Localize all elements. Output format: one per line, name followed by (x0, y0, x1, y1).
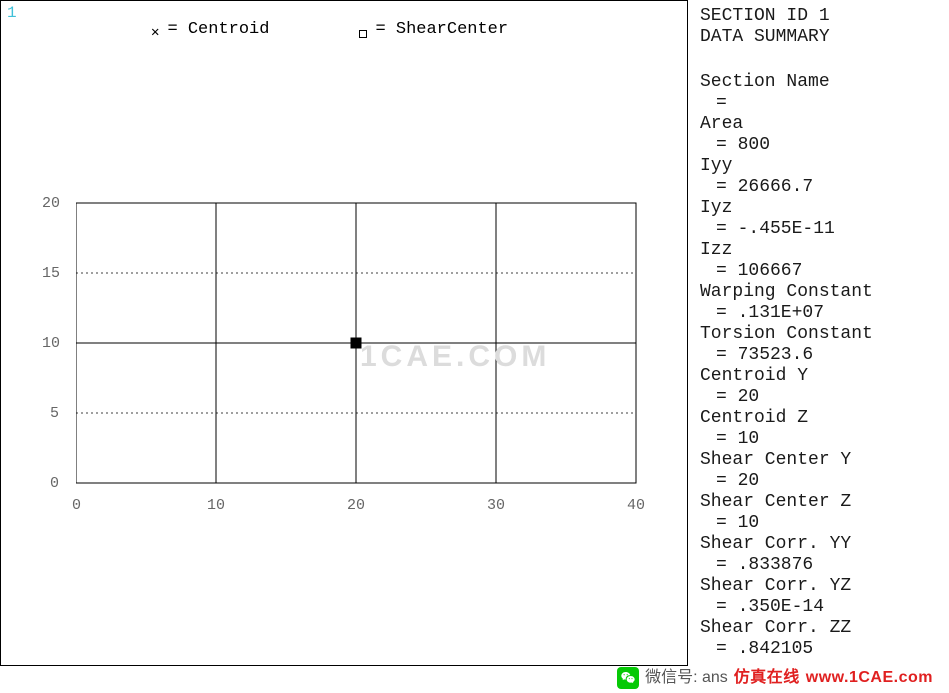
main-row: 1 ✕ = Centroid = ShearCenter 20 15 10 5 … (0, 0, 949, 693)
prop-value: = 106667 (700, 261, 945, 282)
brand-cn: 仿真在线 (734, 668, 800, 688)
prop-label: Torsion Constant (700, 324, 945, 345)
y-tick-0: 0 (50, 475, 59, 494)
prop-value: = .833876 (700, 555, 945, 576)
prop-label: Shear Center Y (700, 450, 945, 471)
prop-label: Centroid Y (700, 366, 945, 387)
graphics-frame: 1 ✕ = Centroid = ShearCenter 20 15 10 5 … (0, 0, 688, 666)
shearcenter-marker-icon (359, 30, 367, 38)
section-mesh-svg (76, 71, 656, 591)
section-title-line1: SECTION ID 1 (700, 6, 830, 26)
prop-label: Warping Constant (700, 282, 945, 303)
prop-value: = 10 (700, 513, 945, 534)
y-tick-15: 15 (42, 265, 60, 284)
prop-label: Shear Center Z (700, 492, 945, 513)
legend-shearcenter: = ShearCenter (359, 19, 508, 40)
legend-shearcenter-label: = ShearCenter (375, 19, 508, 40)
plot-area: 20 15 10 5 0 0 10 20 30 40 (76, 71, 656, 591)
viewport-number: 1 (7, 3, 17, 23)
y-tick-20: 20 (42, 195, 60, 214)
y-tick-5: 5 (50, 405, 59, 424)
centroid-marker-icon: ✕ (151, 25, 159, 43)
data-summary-panel: SECTION ID 1 DATA SUMMARY Section Name =… (688, 0, 949, 693)
wechat-label: 微信号: ans (645, 668, 728, 688)
page-footer: 微信号: ans 仿真在线 www.1CAE.com (617, 667, 933, 689)
prop-value: = -.455E-11 (700, 219, 945, 240)
section-heading: SECTION ID 1 DATA SUMMARY (700, 6, 945, 48)
section-name-label: Section Name (700, 72, 945, 93)
legend-centroid: ✕ = Centroid (151, 19, 269, 40)
prop-label: Area (700, 114, 945, 135)
prop-label: Shear Corr. YZ (700, 576, 945, 597)
brand-url: www.1CAE.com (806, 668, 933, 688)
section-name-value: = (700, 93, 945, 114)
prop-label: Iyy (700, 156, 945, 177)
prop-value: = 20 (700, 471, 945, 492)
prop-value: = 800 (700, 135, 945, 156)
prop-value: = 73523.6 (700, 345, 945, 366)
prop-label: Shear Corr. YY (700, 534, 945, 555)
prop-label: Shear Corr. ZZ (700, 618, 945, 639)
prop-value: = .350E-14 (700, 597, 945, 618)
prop-label: Centroid Z (700, 408, 945, 429)
prop-value: = 26666.7 (700, 177, 945, 198)
prop-value: = .131E+07 (700, 303, 945, 324)
prop-label: Izz (700, 240, 945, 261)
wechat-icon (617, 667, 639, 689)
plot-legend: ✕ = Centroid = ShearCenter (151, 19, 508, 40)
section-properties: Area= 800Iyy= 26666.7Iyz= -.455E-11Izz= … (700, 114, 945, 660)
prop-value: = 20 (700, 387, 945, 408)
section-title-line2: DATA SUMMARY (700, 27, 830, 47)
prop-value: = 10 (700, 429, 945, 450)
y-tick-10: 10 (42, 335, 60, 354)
legend-centroid-label: = Centroid (167, 19, 269, 40)
prop-label: Iyz (700, 198, 945, 219)
prop-value: = .842105 (700, 639, 945, 660)
